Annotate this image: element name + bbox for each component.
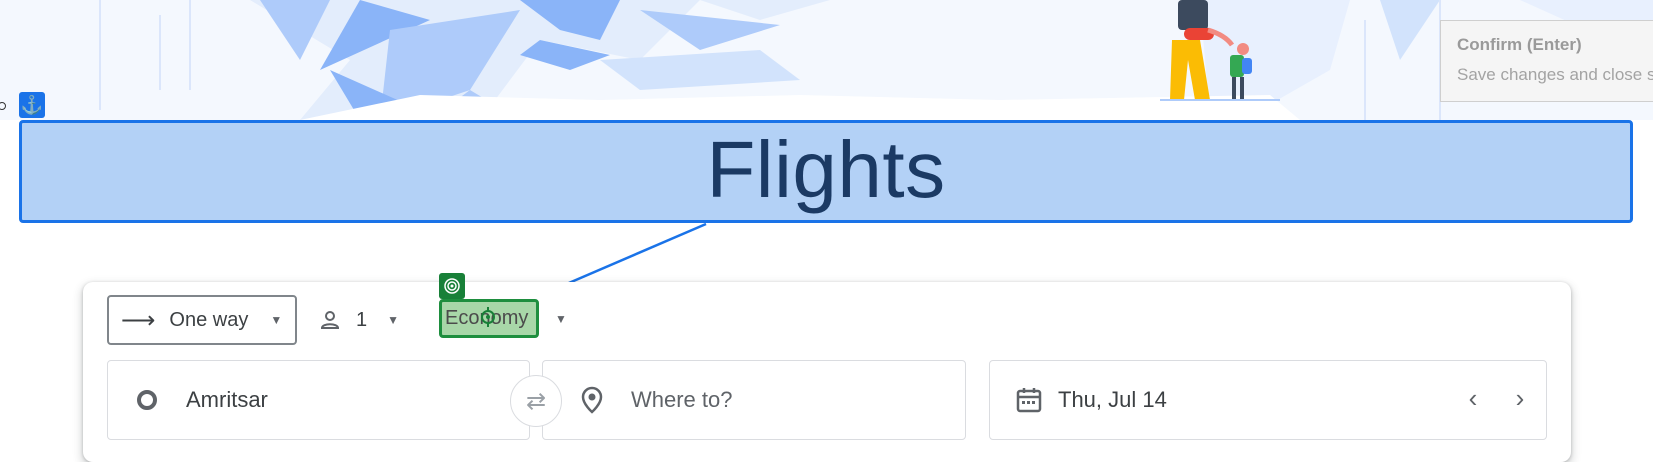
destination-placeholder: Where to? bbox=[631, 387, 733, 412]
target-icon bbox=[439, 273, 465, 299]
hero-illustration bbox=[0, 0, 1653, 120]
crosshair-icon bbox=[481, 307, 495, 327]
person-icon bbox=[318, 308, 342, 332]
tooltip-text: Save changes and close s bbox=[1457, 65, 1653, 84]
swap-icon: ⇄ bbox=[525, 387, 547, 415]
chevron-right-icon[interactable]: › bbox=[1505, 383, 1535, 413]
swap-button[interactable]: ⇄ bbox=[510, 375, 562, 427]
destination-field[interactable]: Where to? bbox=[542, 360, 966, 440]
anchor-icon: ⚓ bbox=[19, 92, 45, 118]
passenger-count: 1 bbox=[356, 308, 368, 331]
origin-circle-icon bbox=[136, 389, 158, 411]
passenger-select[interactable]: 1 ▼ bbox=[318, 300, 399, 340]
tooltip-title: Confirm (Enter) bbox=[1457, 35, 1582, 54]
origin-field[interactable]: Amritsar bbox=[107, 360, 530, 440]
location-pin-icon bbox=[581, 386, 603, 414]
page-title: Flights bbox=[706, 124, 946, 214]
origin-value: Amritsar bbox=[186, 387, 268, 412]
chevron-down-icon: ▼ bbox=[387, 313, 400, 327]
chevron-left-icon[interactable]: ‹ bbox=[1458, 383, 1488, 413]
chevron-down-icon: ▼ bbox=[555, 312, 567, 326]
trip-type-value: One way bbox=[169, 308, 249, 331]
arrow-right-icon: ⟶ bbox=[121, 306, 156, 334]
chevron-down-icon: ▼ bbox=[270, 313, 283, 327]
calendar-icon bbox=[1016, 387, 1042, 413]
trip-type-select[interactable]: ⟶ One way ▼ bbox=[107, 295, 297, 345]
title-highlight: Flights bbox=[19, 120, 1633, 223]
confirm-tooltip: Confirm (Enter) Save changes and close s bbox=[1440, 20, 1653, 102]
departure-date-value: Thu, Jul 14 bbox=[1058, 387, 1167, 412]
